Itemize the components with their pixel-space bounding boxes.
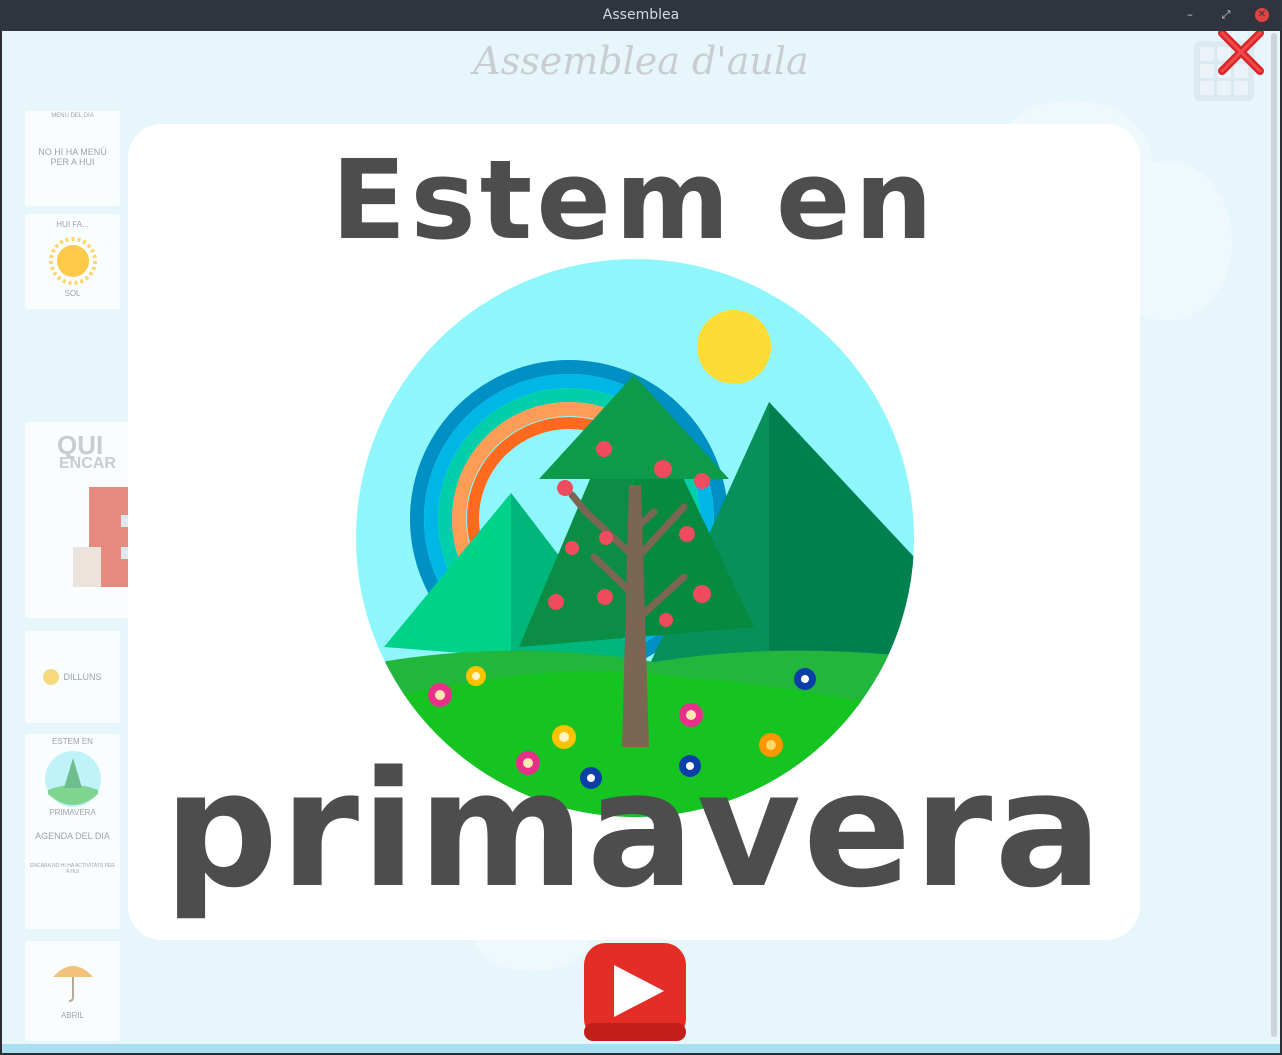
scrollbar-thumb[interactable]	[1271, 33, 1277, 1037]
minimize-icon[interactable]: –	[1183, 8, 1197, 22]
window-close-icon[interactable]: ✕	[1255, 8, 1269, 22]
close-modal-icon[interactable]	[1214, 31, 1266, 79]
season-thumbnail-icon	[44, 751, 101, 807]
day-icon	[43, 669, 60, 685]
season-card[interactable]: ESTEM EN PRIMAVERA AGENDA DEL DIA ENCARA…	[25, 734, 120, 929]
bottom-strip	[2, 1044, 1280, 1053]
menu-card-header: MENÚ DEL DIA	[51, 113, 94, 119]
weather-card-header: HUI FA...	[56, 220, 89, 229]
season-card-label: PRIMAVERA	[49, 808, 96, 817]
menu-card[interactable]: MENÚ DEL DIA NO HI HA MENÚ PER A HUI	[25, 111, 120, 206]
modal-season-name: primavera	[163, 736, 1105, 923]
month-card[interactable]: ABRIL	[25, 941, 120, 1041]
season-card-header: ESTEM EN	[52, 737, 93, 746]
window-title: Assemblea	[602, 7, 680, 23]
window-titlebar: Assemblea – ⤢ ✕	[0, 0, 1282, 31]
day-label: DILLUNS	[63, 672, 102, 682]
app-window: Assemblea d'aula MENÚ DEL DIA NO HI HA M…	[2, 31, 1280, 1053]
weather-card[interactable]: HUI FA... SOL	[25, 214, 120, 309]
umbrella-icon	[52, 966, 93, 1002]
maximize-icon[interactable]: ⤢	[1219, 8, 1233, 22]
season-modal: Estem en primavera	[128, 124, 1140, 940]
spring-illustration	[356, 259, 914, 817]
app-title: Assemblea d'aula	[473, 39, 809, 83]
agenda-header: AGENDA DEL DIA	[35, 831, 110, 841]
tasks-card[interactable]: QUI ENCAR	[25, 422, 149, 618]
month-label: ABRIL	[60, 1011, 85, 1020]
scrollbar[interactable]	[1270, 31, 1278, 1041]
modal-headline: Estem en	[331, 136, 937, 264]
agenda-text: ENCARA NO HI HA ACTIVITATS PER A HUI	[30, 863, 115, 875]
sun-icon	[48, 237, 97, 285]
day-card[interactable]: DILLUNS	[25, 631, 120, 723]
weather-card-label: SOL	[64, 289, 81, 298]
menu-card-text: NO HI HA MENÚ PER A HUI	[38, 147, 107, 167]
play-icon[interactable]	[584, 943, 686, 1041]
